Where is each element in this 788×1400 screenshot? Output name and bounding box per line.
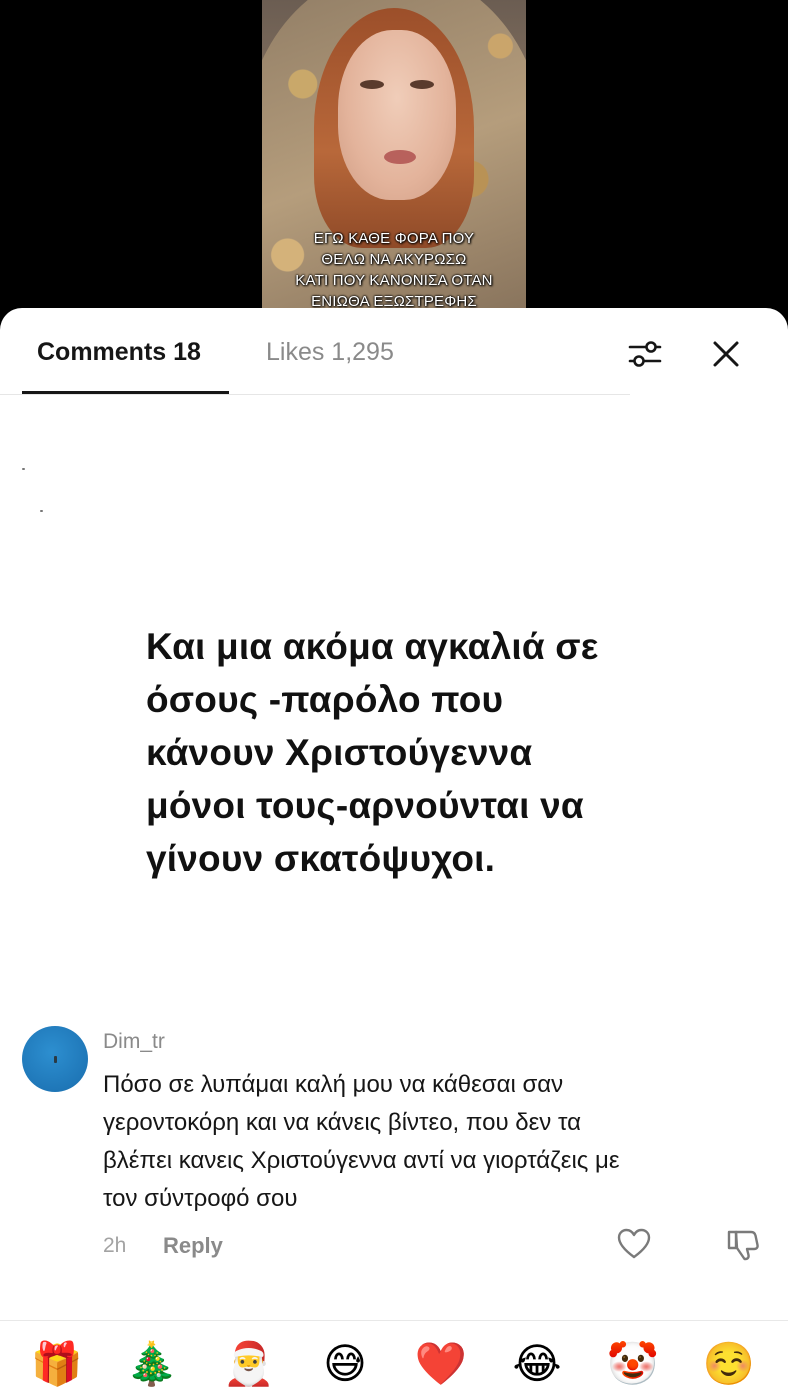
grinning-sweat-emoji[interactable]: 😅 (318, 1337, 372, 1391)
video-caption: ΕΓΩ ΚΑΘΕ ΦΟΡΑ ΠΟΥ ΘΕΛΩ ΝΑ ΑΚΥΡΩΣΩ ΚΑΤΙ Π… (262, 228, 526, 312)
smiling-emoji[interactable]: ☺️ (702, 1337, 756, 1391)
christmas-tree-emoji[interactable]: 🎄 (125, 1337, 179, 1391)
comment-line: βλέπει κανεις Χριστούγεννα αντί να γιορτ… (103, 1147, 620, 1174)
tab-divider (0, 394, 630, 395)
avatar-figure (54, 1056, 57, 1063)
tears-of-joy-emoji[interactable]: 😂 (510, 1337, 564, 1391)
comment-line: Πόσο σε λυπάμαι καλή μου να κάθεσαι σαν (103, 1071, 564, 1098)
caption-line: ΚΑΤΙ ΠΟΥ ΚΑΝΟΝΙΣΑ ΟΤΑΝ (295, 272, 493, 289)
comments-sheet: Comments 18 Likes 1,295 Και μια ακόμα αγ… (0, 308, 788, 1400)
comment-line: γεροντοκόρη και να κάνεις βίντεο, που δε… (103, 1109, 581, 1136)
caption-line: ΘΕΛΩ ΝΑ ΑΚΥΡΩΣΩ (321, 251, 467, 268)
close-icon (713, 341, 739, 367)
video-preview[interactable]: ΕΓΩ ΚΑΘΕ ΦΟΡΑ ΠΟΥ ΘΕΛΩ ΝΑ ΑΚΥΡΩΣΩ ΚΑΤΙ Π… (262, 0, 526, 330)
dislike-button[interactable] (725, 1226, 761, 1262)
screen: ΕΓΩ ΚΑΘΕ ΦΟΡΑ ΠΟΥ ΘΕΛΩ ΝΑ ΑΚΥΡΩΣΩ ΚΑΤΙ Π… (0, 0, 788, 1400)
santa-emoji[interactable]: 🎅 (222, 1337, 276, 1391)
image-speck (22, 468, 25, 470)
red-heart-emoji[interactable]: ❤️ (414, 1337, 468, 1391)
comment-username[interactable]: Dim_tr (103, 1030, 165, 1054)
quote-line: γίνουν σκατόψυχοι. (146, 838, 496, 879)
mouth-graphic (384, 150, 416, 164)
comment-line: τον σύντροφό σου (103, 1185, 298, 1212)
emoji-reaction-bar: 🎁 🎄 🎅 😅 ❤️ 😂 🤡 ☺️ (0, 1320, 788, 1400)
quote-line: Και μια ακόμα αγκαλιά σε (146, 626, 599, 667)
quote-line: κάνουν Χριστούγεννα (146, 732, 533, 773)
image-speck (40, 510, 43, 512)
quote-line: μόνοι τους-αρνούνται να (146, 785, 584, 826)
reply-button[interactable]: Reply (163, 1233, 223, 1259)
tab-bar: Comments 18 Likes 1,295 (0, 308, 788, 396)
quote-image: Και μια ακόμα αγκαλιά σε όσους -παρόλο π… (146, 620, 706, 885)
close-button[interactable] (704, 332, 748, 376)
tab-likes[interactable]: Likes 1,295 (266, 338, 394, 367)
caption-line: ΕΓΩ ΚΑΘΕ ΦΟΡΑ ΠΟΥ (313, 230, 475, 247)
eye-graphic (360, 80, 384, 89)
thumbs-down-icon (727, 1230, 759, 1261)
heart-icon (617, 1228, 651, 1259)
sliders-icon (628, 341, 662, 367)
gift-emoji[interactable]: 🎁 (30, 1337, 84, 1391)
comment-timestamp: 2h (103, 1234, 127, 1257)
avatar[interactable] (22, 1026, 88, 1092)
clown-emoji[interactable]: 🤡 (606, 1337, 660, 1391)
tab-comments[interactable]: Comments 18 (37, 338, 201, 367)
eye-graphic (410, 80, 434, 89)
quote-line: όσους -παρόλο που (146, 679, 504, 720)
comment-text: Πόσο σε λυπάμαι καλή μου να κάθεσαι σαν … (103, 1066, 763, 1218)
filter-button[interactable] (624, 334, 666, 374)
face-graphic (338, 30, 456, 200)
like-button[interactable] (617, 1228, 651, 1260)
